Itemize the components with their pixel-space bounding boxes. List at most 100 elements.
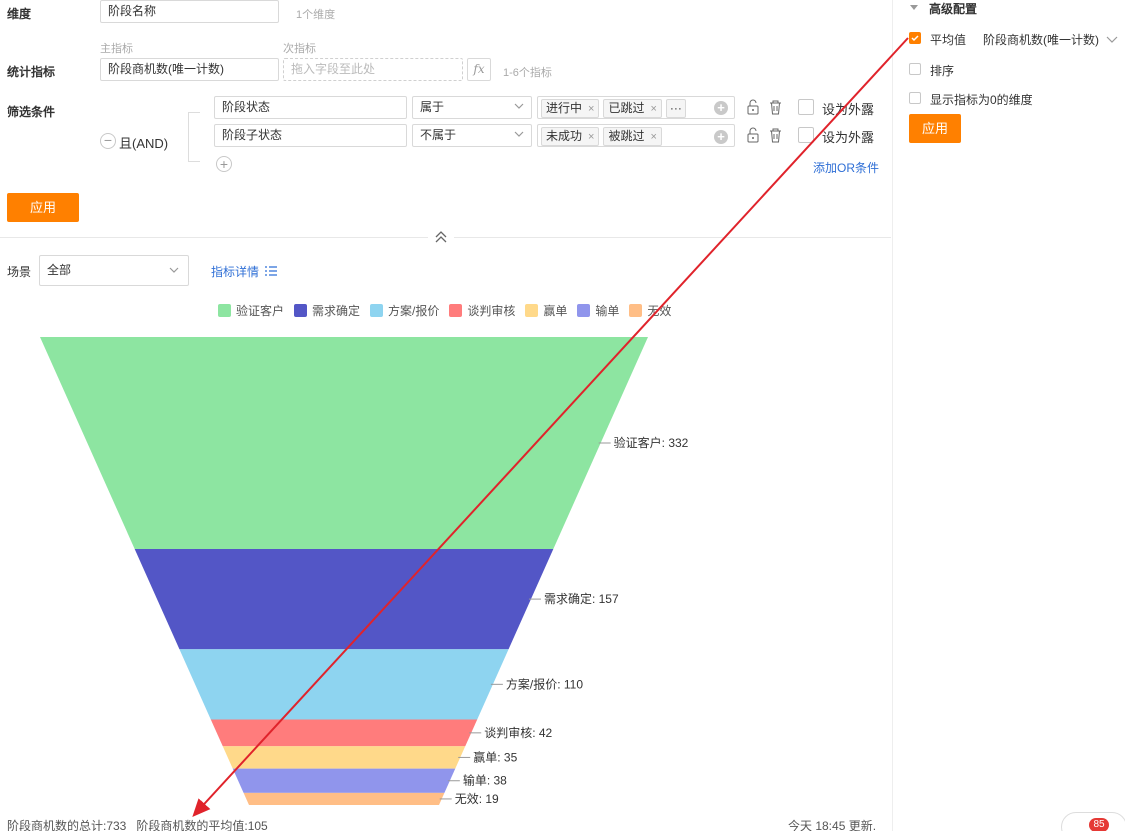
avg-field-select[interactable]: 阶段商机数(唯一计数) — [983, 31, 1118, 48]
funnel-data-label: 输单: 38 — [463, 773, 507, 788]
add-condition-icon[interactable]: + — [216, 156, 232, 172]
collapse-group-icon[interactable]: − — [100, 133, 116, 149]
funnel-segment[interactable] — [179, 649, 509, 720]
funnel-data-label: 谈判审核: 42 — [484, 725, 552, 740]
advanced-config-panel: 高级配置 平均值 阶段商机数(唯一计数) 排序 显示指标为0的维度 应用 85 — [892, 0, 1125, 831]
close-icon[interactable]: × — [650, 131, 656, 143]
metric-label: 统计指标 — [7, 65, 56, 79]
collapse-button[interactable] — [428, 229, 454, 245]
chevron-down-icon — [169, 267, 179, 273]
double-chevron-up-icon — [435, 231, 447, 243]
legend-swatch — [449, 304, 463, 317]
funnel-segment[interactable] — [243, 792, 445, 805]
expose-checkbox-1[interactable] — [798, 99, 814, 115]
apply-button[interactable]: 应用 — [7, 193, 79, 222]
legend-item[interactable]: 方案/报价 — [370, 302, 439, 319]
filter-label: 筛选条件 — [7, 105, 56, 119]
unlock-icon[interactable] — [746, 127, 760, 143]
trash-icon[interactable] — [768, 127, 783, 143]
filter-field-1[interactable]: 阶段状态 — [214, 96, 407, 119]
legend-label: 赢单 — [543, 304, 568, 318]
add-value-icon[interactable]: + — [714, 101, 728, 115]
sub-metric-caption: 次指标 — [283, 43, 316, 55]
close-icon[interactable]: × — [588, 103, 594, 115]
caret-down-icon[interactable] — [910, 3, 918, 11]
funnel-data-label: 赢单: 35 — [473, 749, 517, 764]
funnel-data-label: 验证客户: 332 — [614, 435, 689, 450]
filter-op-1[interactable]: 属于 — [412, 96, 532, 119]
filter-tag[interactable]: 被跳过 × — [603, 127, 662, 146]
scene-select[interactable]: 全部 — [39, 255, 189, 286]
filter-tag[interactable]: 未成功 × — [541, 127, 600, 146]
legend-label: 谈判审核 — [467, 304, 516, 318]
dimension-hint: 1个维度 — [296, 9, 336, 21]
filter-values-1[interactable]: 进行中 × 已跳过 × ··· — [537, 96, 735, 119]
scene-value: 全部 — [47, 263, 72, 277]
funnel-data-label: 需求确定: 157 — [544, 591, 619, 606]
legend-label: 需求确定 — [312, 304, 361, 318]
main-metric-field[interactable]: 阶段商机数(唯一计数) — [100, 58, 279, 81]
sort-checkbox[interactable] — [909, 63, 921, 75]
dimension-label: 维度 — [7, 7, 32, 21]
legend-label: 输单 — [595, 304, 620, 318]
filter-values-2[interactable]: 未成功 × 被跳过 × — [537, 124, 735, 147]
legend-swatch — [370, 304, 384, 317]
filter-op-1-value: 属于 — [420, 100, 445, 114]
legend-item[interactable]: 赢单 — [525, 302, 567, 319]
update-time: 今天 18:45 更新. — [788, 819, 877, 831]
close-icon[interactable]: × — [650, 103, 656, 115]
close-icon[interactable]: × — [588, 131, 594, 143]
expose-label-1: 设为外露 — [822, 102, 875, 117]
legend-item[interactable]: 输单 — [577, 302, 619, 319]
filter-tag[interactable]: 已跳过 × — [603, 99, 662, 118]
legend-label: 验证客户 — [236, 304, 285, 318]
tag-text: 被跳过 — [608, 129, 645, 143]
sub-metric-dropzone[interactable]: 拖入字段至此处 — [283, 58, 463, 81]
avg-checkbox[interactable] — [909, 32, 921, 44]
legend-item[interactable]: 无效 — [629, 302, 671, 319]
filter-field-2[interactable]: 阶段子状态 — [214, 124, 407, 147]
funnel-segment[interactable] — [40, 337, 648, 549]
show-zero-checkbox[interactable] — [909, 92, 921, 104]
filter-op-2-value: 不属于 — [420, 128, 457, 142]
unlock-icon[interactable] — [746, 99, 760, 115]
tag-text: 未成功 — [546, 129, 583, 143]
add-value-icon[interactable]: + — [714, 130, 728, 144]
chevron-down-icon — [514, 103, 524, 109]
add-or-condition-link[interactable]: 添加OR条件 — [813, 159, 879, 176]
legend-item[interactable]: 需求确定 — [294, 302, 360, 319]
expose-label-2: 设为外露 — [822, 130, 875, 145]
legend-swatch — [629, 304, 643, 317]
summary-text: 阶段商机数的总计:733 阶段商机数的平均值:105 — [7, 819, 268, 831]
funnel-chart: 验证客户: 332 需求确定: 157 方案/报价: 110 谈判审核: 42 赢单: … — [40, 337, 689, 806]
advanced-title: 高级配置 — [929, 2, 978, 16]
more-tags[interactable]: ··· — [665, 99, 686, 118]
funnel-segment[interactable] — [222, 746, 466, 769]
funnel-segment[interactable] — [210, 719, 478, 747]
filter-op-2[interactable]: 不属于 — [412, 124, 532, 147]
trash-icon[interactable] — [768, 99, 783, 115]
advanced-apply-button[interactable]: 应用 — [909, 114, 961, 143]
check-icon — [911, 35, 919, 42]
sort-label: 排序 — [930, 64, 955, 78]
chart-legend: 验证客户 需求确定 方案/报价 谈判审核 赢单 输单 无效 — [218, 302, 681, 320]
tag-text: 进行中 — [546, 101, 583, 115]
legend-item[interactable]: 验证客户 — [218, 302, 284, 319]
metric-detail-text: 指标详情 — [211, 265, 260, 279]
legend-swatch — [525, 304, 539, 317]
filter-tag[interactable]: 进行中 × — [541, 99, 600, 118]
show-zero-label: 显示指标为0的维度 — [930, 93, 1033, 107]
legend-label: 无效 — [647, 304, 672, 318]
metric-detail-link[interactable]: 指标详情 — [211, 263, 278, 280]
expose-checkbox-2[interactable] — [798, 127, 814, 143]
fx-button[interactable]: fx — [467, 58, 491, 81]
dimension-field[interactable]: 阶段名称 — [100, 0, 279, 23]
funnel-segment[interactable] — [134, 548, 554, 650]
list-icon — [265, 266, 278, 276]
avg-field-value: 阶段商机数(唯一计数) — [983, 33, 1099, 47]
logic-and-label: 且(AND) — [119, 136, 169, 151]
tag-text: 已跳过 — [608, 101, 645, 115]
funnel-segment[interactable] — [232, 768, 456, 793]
legend-label: 方案/报价 — [388, 304, 440, 318]
legend-item[interactable]: 谈判审核 — [449, 302, 515, 319]
